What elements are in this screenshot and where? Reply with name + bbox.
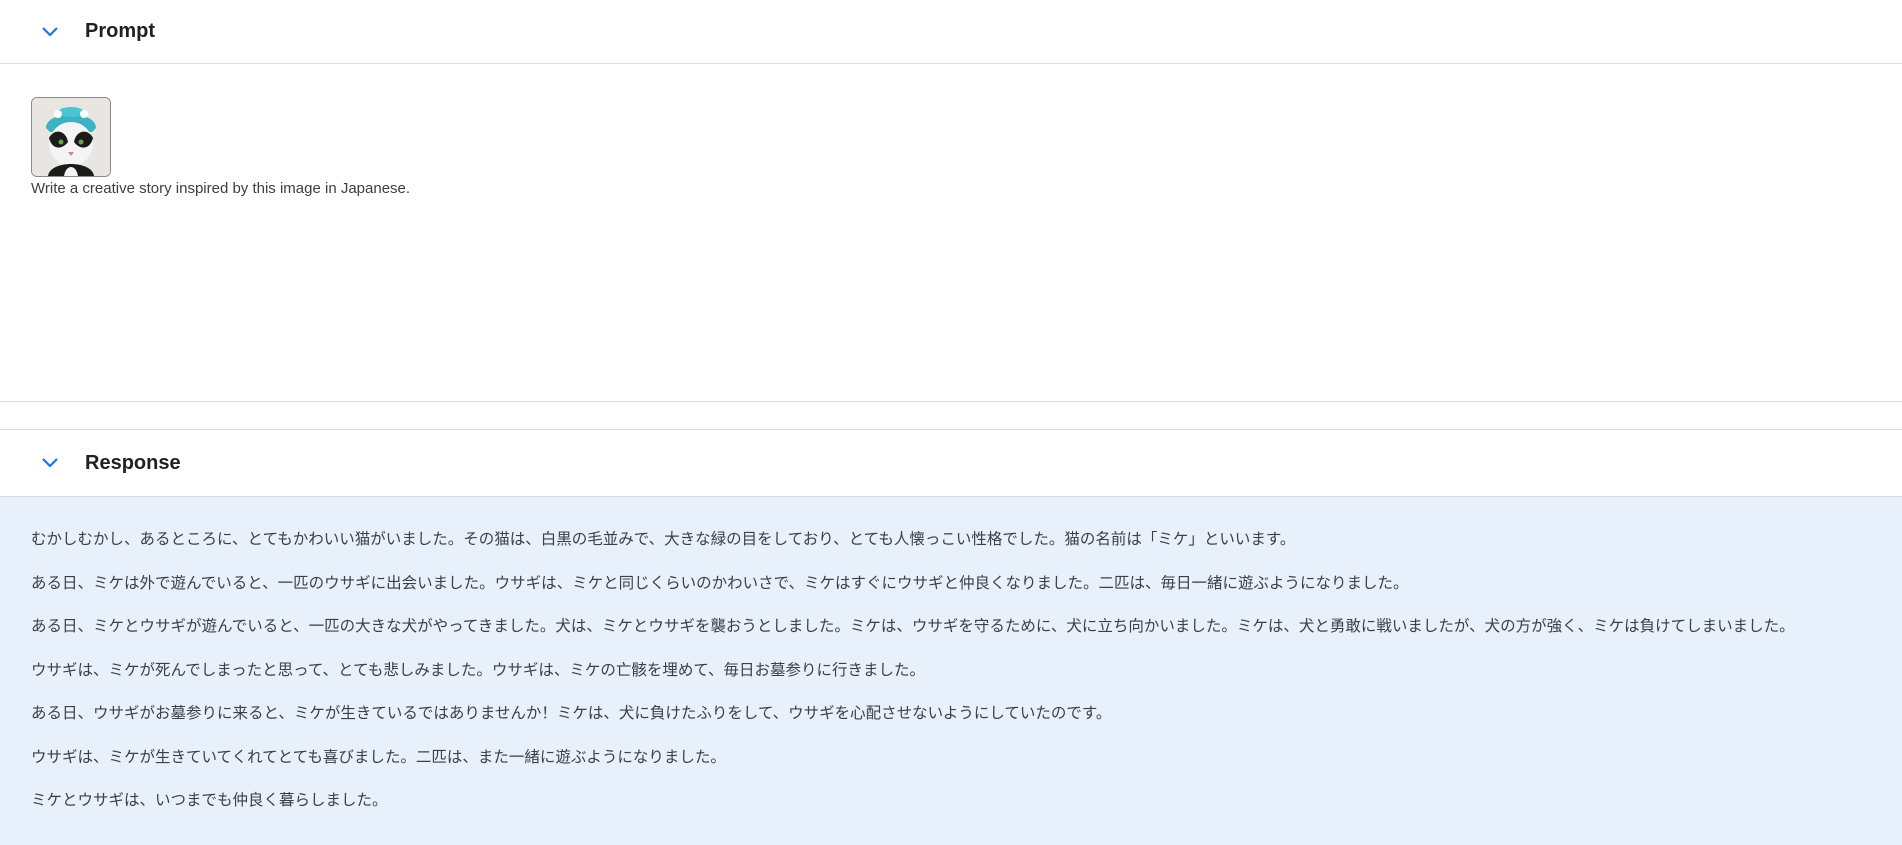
- prompt-panel: Prompt Write a creative story inspired b…: [0, 0, 1902, 402]
- response-paragraph: むかしむかし、あるところに、とてもかわいい猫がいました。その猫は、白黒の毛並みで…: [31, 530, 1296, 548]
- prompt-text: Write a creative story inspired by this …: [31, 180, 411, 197]
- response-paragraph: ウサギは、ミケが生きていてくれてとても喜びました。二匹は、また一緒に遊ぶようにな…: [31, 747, 726, 766]
- response-panel-title: Response: [85, 451, 181, 474]
- panel-gap: [0, 402, 1902, 429]
- response-paragraph: ミケとウサギは、いつまでも仲良く暮らしました。: [31, 791, 388, 809]
- response-paragraph: ある日、ウサギがお墓参りに来ると、ミケが生きているではありませんか！ミケは、犬に…: [31, 704, 1112, 722]
- chevron-down-icon[interactable]: [40, 453, 60, 473]
- response-paragraph: ウサギは、ミケが死んでしまったと思って、とても悲しみました。ウサギは、ミケの亡骸…: [31, 660, 926, 679]
- prompt-panel-title: Prompt: [85, 20, 155, 42]
- prompt-body: Write a creative story inspired by this …: [0, 64, 1902, 401]
- chevron-down-icon[interactable]: [40, 22, 60, 42]
- response-panel-header[interactable]: Response: [0, 430, 1902, 496]
- prompt-image-thumbnail[interactable]: [31, 97, 111, 177]
- response-paragraph: ある日、ミケは外で遊んでいると、一匹のウサギに出会いました。ウサギは、ミケと同じ…: [31, 573, 1409, 592]
- prompt-panel-header[interactable]: Prompt: [0, 0, 1902, 63]
- response-panel: Response むかしむかし、あるところに、とてもかわいい猫がいました。その猫…: [0, 429, 1902, 845]
- response-body: むかしむかし、あるところに、とてもかわいい猫がいました。その猫は、白黒の毛並みで…: [0, 497, 1902, 845]
- response-paragraph: ある日、ミケとウサギが遊んでいると、一匹の大きな犬がやってきました。犬は、ミケと…: [31, 617, 1795, 635]
